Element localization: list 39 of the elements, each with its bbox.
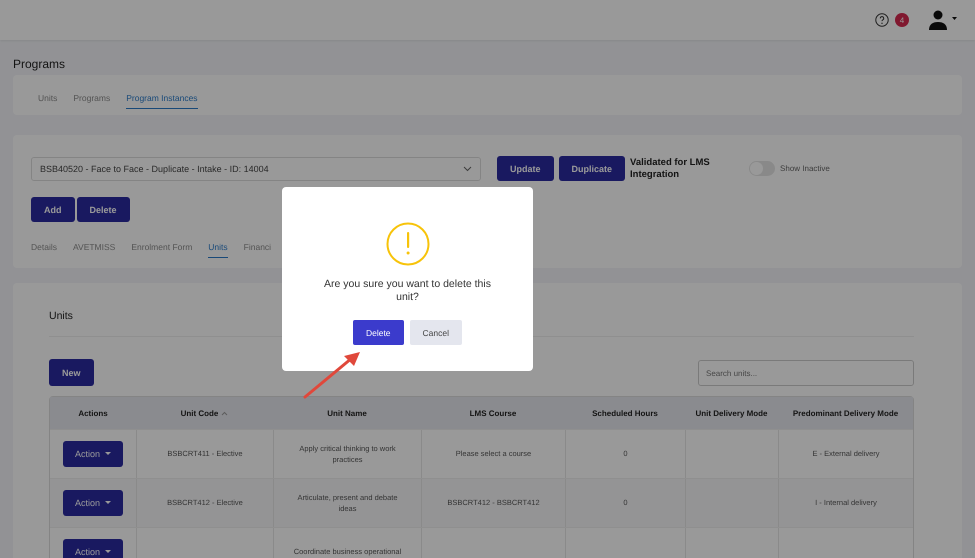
instance-button[interactable]: Add	[31, 197, 74, 222]
page-title: Programs	[12, 56, 66, 73]
column-header[interactable]: Predominant Delivery Mode	[778, 408, 913, 418]
caret-icon	[105, 501, 111, 505]
caret-icon	[105, 452, 111, 456]
notification-count: 4	[895, 13, 909, 27]
chevron-down-icon	[463, 166, 472, 172]
sub-tab[interactable]: AVETMISS	[72, 238, 116, 258]
toggle-label: Show Inactive	[780, 164, 830, 173]
column-header[interactable]: Unit Name	[273, 408, 421, 418]
warning-icon	[386, 222, 430, 266]
dialog-button[interactable]: Cancel	[410, 320, 462, 346]
instance-action-button[interactable]: Update	[497, 156, 554, 181]
new-button[interactable]: New	[49, 359, 94, 386]
help-icon[interactable]	[875, 13, 889, 27]
column-header[interactable]: Scheduled Hours	[565, 408, 685, 418]
program-instance-select[interactable]: BSB40520 - Face to Face - Duplicate - Intake - ID: 14004	[31, 156, 481, 180]
action-dropdown-button[interactable]: Action	[62, 441, 123, 467]
column-header[interactable]: Actions	[50, 408, 136, 418]
action-dropdown-button[interactable]: Action	[62, 490, 123, 516]
dialog-button[interactable]: Delete	[352, 320, 404, 346]
action-dropdown-button[interactable]: Action	[62, 539, 123, 558]
instance-button[interactable]: Delete	[76, 197, 130, 222]
instance-action-button[interactable]: Duplicate	[558, 156, 626, 181]
validated-label: Validated for LMS Integration	[630, 157, 711, 180]
sub-tab[interactable]: Units	[208, 238, 228, 258]
caret-icon	[105, 550, 111, 554]
column-header[interactable]: Unit Code	[136, 408, 273, 418]
section-title: Units	[49, 310, 73, 322]
column-header[interactable]: LMS Course	[421, 408, 565, 418]
column-header[interactable]: Unit Delivery Mode	[685, 408, 778, 418]
tab[interactable]: Programs	[73, 89, 110, 109]
tab[interactable]: Units	[38, 89, 58, 109]
user-avatar-icon[interactable]	[929, 10, 957, 30]
annotation-arrow	[302, 350, 362, 400]
sub-tab[interactable]: Details	[31, 238, 57, 258]
tab[interactable]: Program Instances	[126, 89, 198, 109]
dialog-message: Are you sure you want to delete this unit?	[323, 278, 492, 304]
search-field[interactable]: Search units...	[698, 360, 914, 386]
